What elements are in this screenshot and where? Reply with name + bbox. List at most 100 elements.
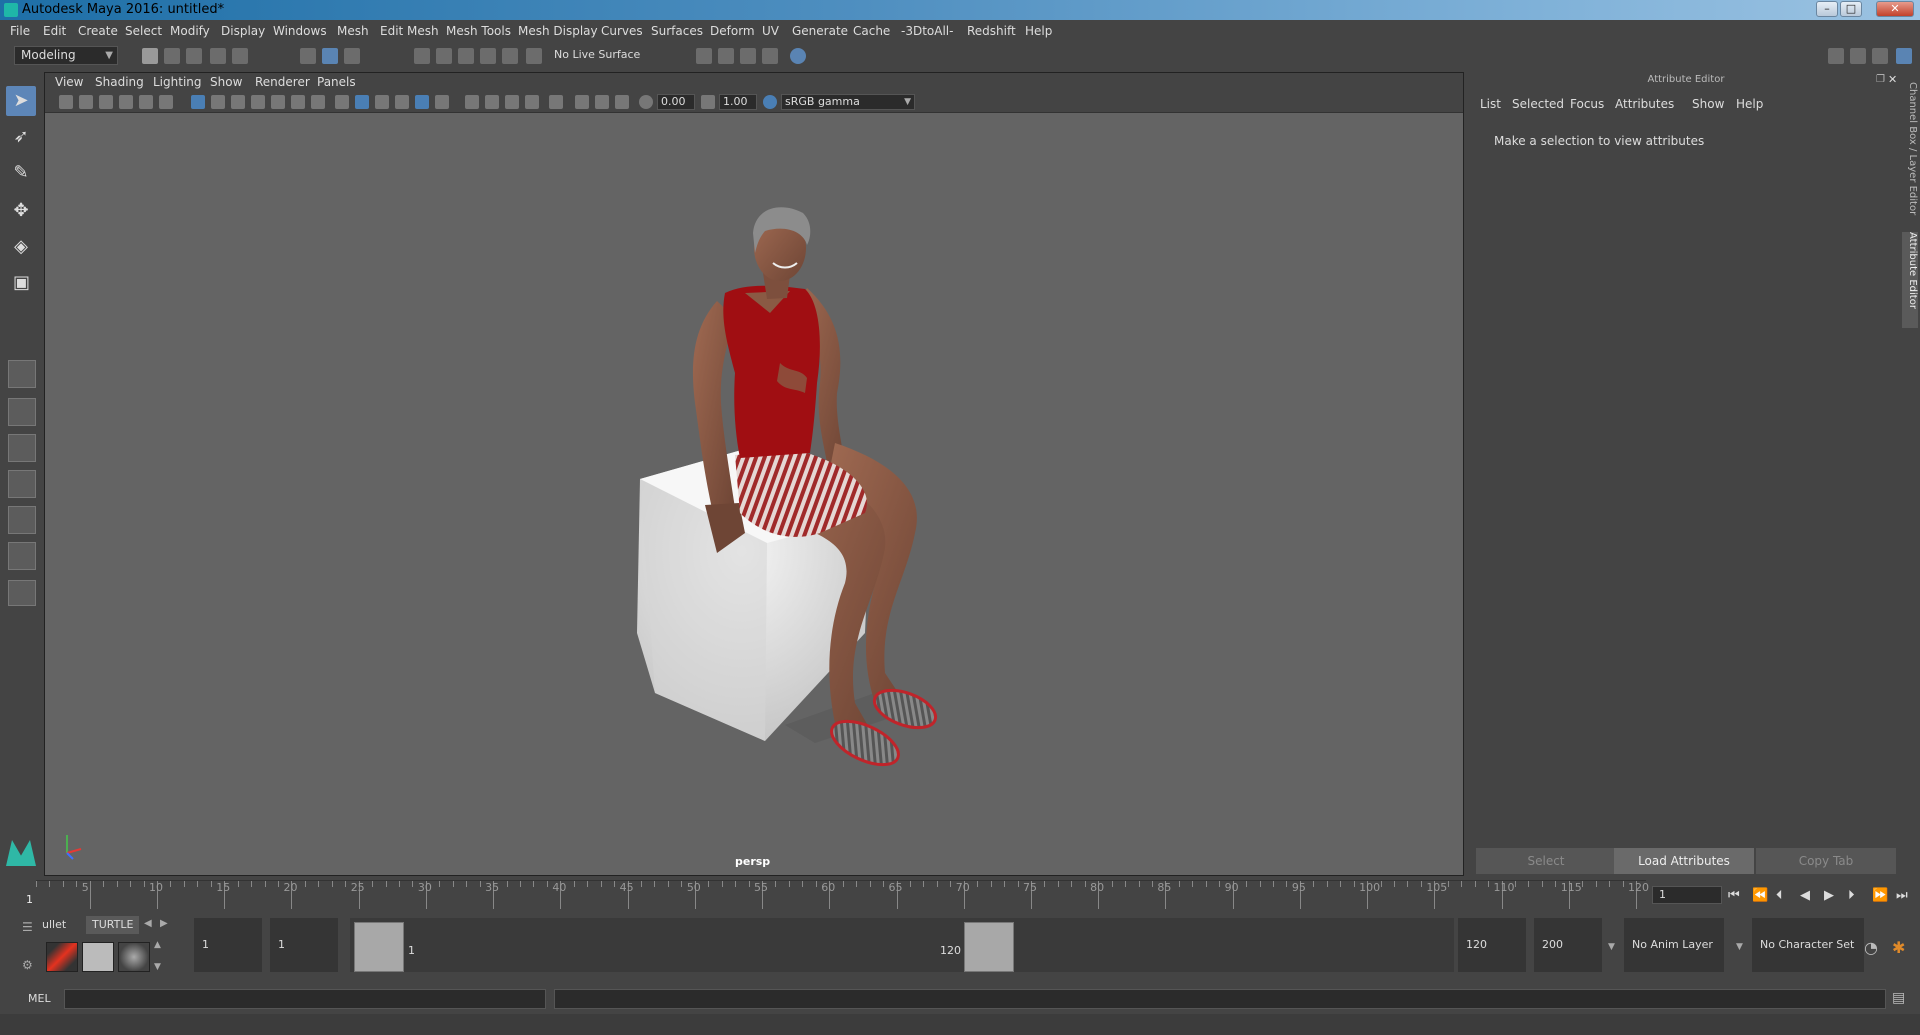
select-object-icon[interactable] [322,48,338,64]
range-slider-track[interactable] [350,918,1454,972]
menu-mesh[interactable]: Mesh [337,24,369,38]
depth-of-field-icon[interactable] [525,95,539,109]
float-panel-icon[interactable]: ❐ [1876,74,1885,85]
chevron-down-icon[interactable]: ▼ [1736,942,1743,952]
menu-create[interactable]: Create [78,24,118,38]
play-forward-icon[interactable]: ▶ [1824,888,1834,903]
panel-menu-panels[interactable]: Panels [317,75,356,89]
step-back-frame-icon[interactable]: ⏴ [1776,888,1783,903]
menu-file[interactable]: File [10,24,30,38]
menu-surfaces[interactable]: Surfaces [651,24,703,38]
panel-menu-renderer[interactable]: Renderer [255,75,310,89]
shelf-up-icon[interactable]: ▲ [154,940,161,950]
copy-tab-button[interactable]: Copy Tab [1756,848,1896,874]
image-plane-icon[interactable] [119,95,133,109]
textured-icon[interactable] [395,95,409,109]
view-transform-dropdown[interactable]: sRGB gamma ▼ [781,94,915,110]
menu-uv[interactable]: UV [762,24,779,38]
snap-view-icon[interactable] [480,48,496,64]
select-hierarchy-icon[interactable] [300,48,316,64]
shelf-scroll-left-icon[interactable]: ◀ [144,918,152,929]
menu-generate[interactable]: Generate [792,24,848,38]
ae-menu-help[interactable]: Help [1736,97,1763,111]
minimize-button[interactable]: – [1816,1,1838,17]
shelf-tab-bullet[interactable]: ullet [36,916,72,934]
persp-hypershade-layout-button[interactable] [8,506,36,534]
render-frame-icon[interactable] [718,48,734,64]
ae-menu-list[interactable]: List [1480,97,1501,111]
menu-select[interactable]: Select [125,24,162,38]
grease-pencil-icon[interactable] [159,95,173,109]
xray-components-icon[interactable] [615,95,629,109]
ae-menu-show[interactable]: Show [1692,97,1724,111]
menu-curves[interactable]: Curves [601,24,643,38]
snap-surface-icon[interactable] [502,48,518,64]
select-tool-button[interactable]: ➤ [6,86,36,116]
make-live-icon[interactable] [526,48,542,64]
anti-aliasing-icon[interactable] [505,95,519,109]
load-attributes-button[interactable]: Load Attributes [1614,848,1754,874]
bookmark-icon[interactable] [99,95,113,109]
save-scene-icon[interactable] [186,48,202,64]
menu-edit[interactable]: Edit [43,24,66,38]
move-tool-button[interactable]: ✥ [6,196,36,226]
safe-action-icon[interactable] [291,95,305,109]
isolate-select-icon[interactable] [549,95,563,109]
tool-settings-icon[interactable] [1872,48,1888,64]
render-settings-icon[interactable] [696,48,712,64]
channel-box-tab[interactable]: Channel Box / Layer Editor [1902,82,1918,222]
ae-menu-selected[interactable]: Selected [1512,97,1564,111]
animation-start-field[interactable]: 1 [194,918,262,972]
shelf-scroll-right-icon[interactable]: ▶ [160,918,168,929]
character-set-dropdown[interactable]: No Character Set [1752,918,1864,972]
new-scene-icon[interactable] [142,48,158,64]
color-management-icon[interactable] [763,95,777,109]
select-component-icon[interactable] [344,48,360,64]
turtle-bake-icon[interactable] [82,942,114,972]
custom-layout-button[interactable] [8,580,36,606]
close-button[interactable]: ✕ [1876,1,1914,17]
script-editor-icon[interactable]: ▤ [1892,990,1905,1006]
hypershade-icon[interactable] [790,48,806,64]
xray-icon[interactable] [575,95,589,109]
range-start-handle[interactable] [354,922,404,972]
turtle-render-icon[interactable] [46,942,78,972]
playback-end-field[interactable]: 120 [1458,918,1526,972]
go-to-start-icon[interactable]: ⏮ [1728,888,1740,903]
undo-icon[interactable] [210,48,226,64]
close-icon[interactable]: ✕ [1888,73,1897,86]
play-backward-icon[interactable]: ◀ [1800,888,1810,903]
channel-box-toggle-icon[interactable] [1896,48,1912,64]
menu-set-dropdown[interactable]: Modeling ▼ [14,46,118,65]
menu-3dtoall[interactable]: -3DtoAll- [901,24,953,38]
attribute-editor-tab[interactable]: Attribute Editor [1902,232,1918,328]
animation-end-field[interactable]: 200 [1534,918,1602,972]
field-chart-icon[interactable] [271,95,285,109]
redo-icon[interactable] [232,48,248,64]
snap-curve-icon[interactable] [436,48,452,64]
select-button[interactable]: Select [1476,848,1616,874]
time-slider[interactable]: 1 5 10 15 20 25 30 35 40 45 50 55 60 65 70 75 80 85 90 95 1… [26,880,1649,910]
step-forward-key-icon[interactable]: ⏩ [1872,888,1888,903]
gamma-field[interactable]: 1.00 [719,94,757,110]
chevron-down-icon[interactable]: ▼ [1608,942,1615,952]
turtle-material-icon[interactable] [118,942,150,972]
playback-start-field[interactable]: 1 [270,918,338,972]
ae-menu-focus[interactable]: Focus [1570,97,1604,111]
script-language-label[interactable]: MEL [28,992,51,1005]
safe-title-icon[interactable] [311,95,325,109]
panel-menu-lighting[interactable]: Lighting [153,75,202,89]
snap-point-icon[interactable] [458,48,474,64]
persp-outliner-layout-button[interactable] [8,434,36,462]
film-gate-icon[interactable] [211,95,225,109]
persp-graph-layout-button[interactable] [8,470,36,498]
menu-mesh-tools[interactable]: Mesh Tools [446,24,511,38]
shelf-tab-turtle[interactable]: TURTLE [86,916,140,934]
paint-select-button[interactable]: ✎ [6,158,36,188]
panel-menu-view[interactable]: View [55,75,83,89]
resolution-gate-icon[interactable] [231,95,245,109]
shadows-icon[interactable] [435,95,449,109]
motion-blur-icon[interactable] [485,95,499,109]
screen-space-ao-icon[interactable] [465,95,479,109]
maximize-button[interactable]: □ [1840,1,1862,17]
